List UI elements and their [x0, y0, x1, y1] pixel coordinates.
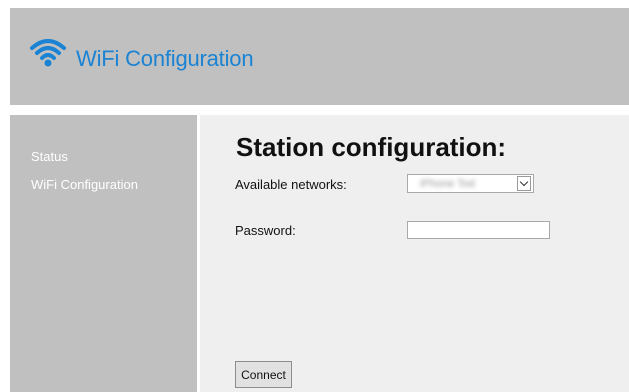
selected-network: iPhone Tod [420, 178, 475, 190]
connect-button[interactable]: Connect [235, 361, 292, 388]
wifi-icon [30, 39, 66, 67]
password-field[interactable] [407, 221, 550, 239]
password-label: Password: [235, 223, 296, 238]
sidebar: Status WiFi Configuration [10, 115, 197, 392]
main-content: Station configuration: Available network… [200, 115, 629, 392]
chevron-down-icon[interactable] [517, 176, 531, 191]
header: WiFi Configuration [10, 8, 629, 105]
network-select[interactable]: iPhone Tod [407, 174, 534, 193]
sidebar-item-status[interactable]: Status [31, 149, 68, 164]
page-title: Station configuration: [236, 132, 507, 162]
sidebar-item-wifi-configuration[interactable]: WiFi Configuration [31, 177, 138, 192]
app-title: WiFi Configuration [76, 46, 254, 71]
available-networks-label: Available networks: [235, 177, 347, 192]
